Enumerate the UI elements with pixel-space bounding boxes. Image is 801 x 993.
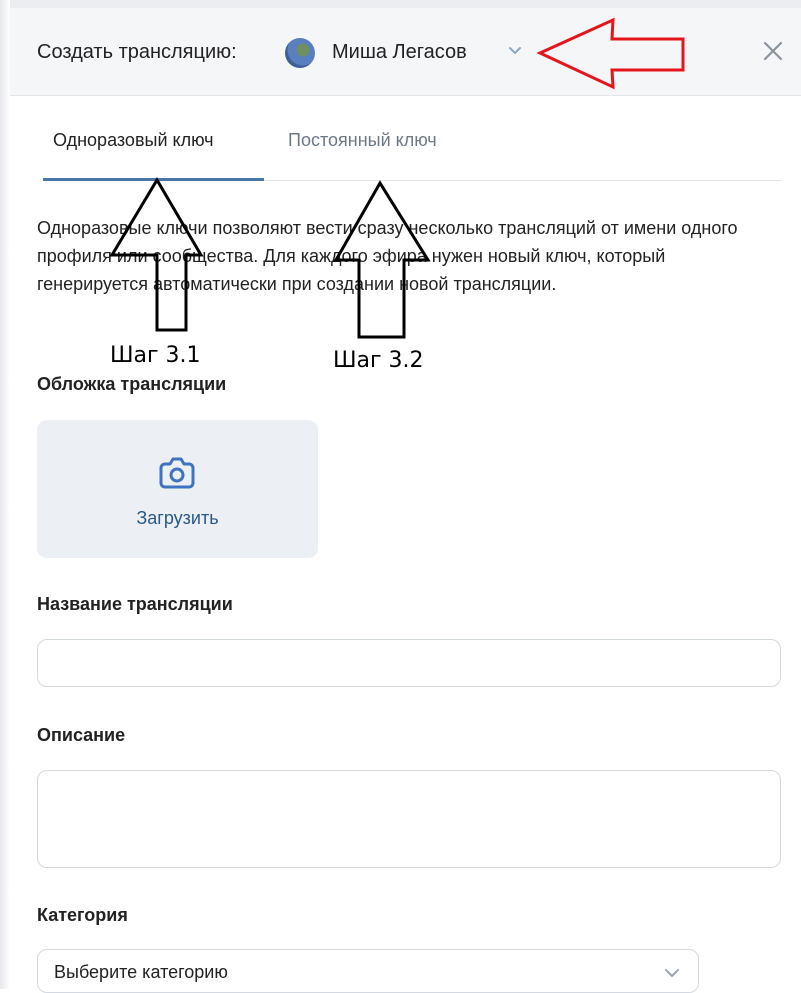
active-tab-indicator bbox=[43, 178, 264, 181]
stream-description-label: Описание bbox=[37, 725, 126, 745]
stream-name-input[interactable] bbox=[38, 640, 780, 686]
stream-name-label: Название трансляции bbox=[37, 594, 233, 614]
dialog-header: Создать трансляцию: Миша Легасов bbox=[10, 8, 801, 96]
step-annotation-2: Шаг 3.2 bbox=[333, 348, 424, 373]
owner-name[interactable]: Миша Легасов bbox=[332, 41, 467, 64]
upload-cover-button[interactable]: Загрузить bbox=[37, 420, 318, 558]
step-annotation-1: Шаг 3.1 bbox=[110, 343, 201, 368]
close-icon[interactable] bbox=[760, 38, 786, 64]
tab-one-time-key[interactable]: Одноразовый ключ bbox=[53, 130, 214, 151]
tab-permanent-key[interactable]: Постоянный ключ bbox=[288, 130, 437, 151]
upload-label: Загрузить bbox=[136, 508, 219, 528]
category-selected-value: Выберите категорию bbox=[54, 962, 228, 982]
stream-description-field bbox=[37, 770, 781, 868]
chevron-down-icon bbox=[665, 969, 679, 977]
cover-label: Обложка трансляции bbox=[37, 374, 227, 394]
stream-description-input[interactable] bbox=[38, 771, 780, 867]
panel-shadow bbox=[0, 0, 10, 989]
stream-name-field bbox=[37, 639, 781, 687]
category-label: Категория bbox=[37, 905, 128, 925]
dialog-title: Создать трансляцию: bbox=[37, 41, 237, 63]
avatar[interactable] bbox=[285, 38, 315, 68]
category-select[interactable]: Выберите категорию bbox=[37, 949, 699, 993]
camera-icon bbox=[159, 457, 195, 489]
one-time-key-description: Одноразовые ключи позволяют вести сразу … bbox=[37, 218, 738, 294]
chevron-down-icon[interactable] bbox=[508, 45, 522, 57]
key-type-tabs: Одноразовый ключ Постоянный ключ bbox=[43, 96, 781, 181]
